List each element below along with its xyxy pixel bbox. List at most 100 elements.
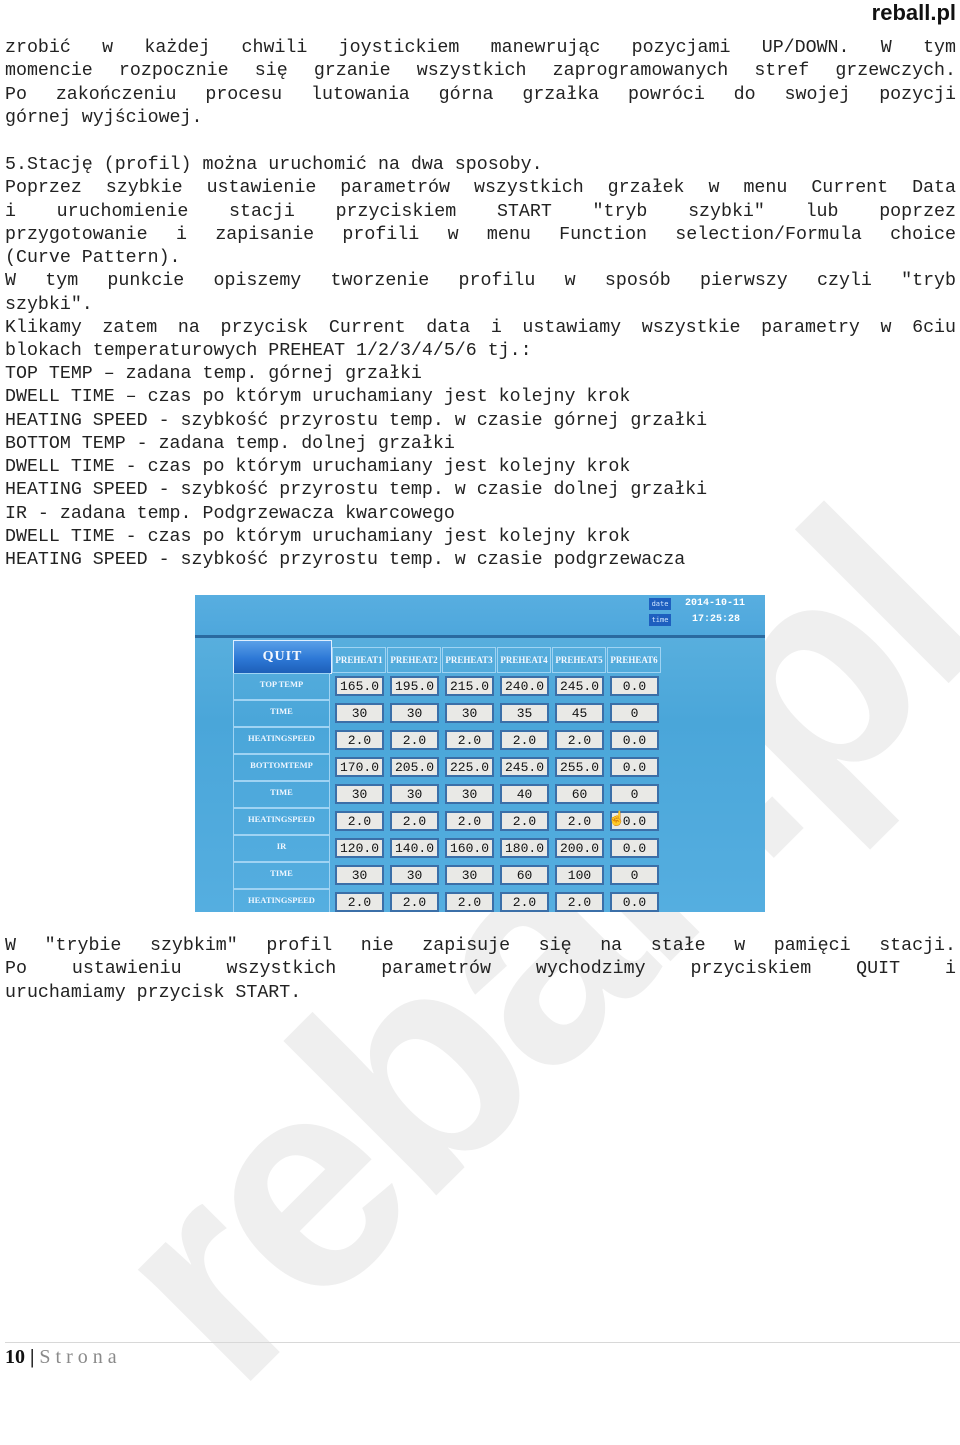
text-line: przygotowanie i zapisanie profili w menu…: [5, 224, 956, 245]
value-field[interactable]: 30: [445, 865, 494, 885]
intro-paragraph: zrobić w każdej chwili joystickiem manew…: [5, 37, 956, 130]
definition-item: IR - zadana temp. Podgrzewacza kwarcoweg…: [5, 503, 455, 524]
value-field[interactable]: 60: [500, 865, 549, 885]
value-field[interactable]: 195.0: [390, 676, 439, 696]
value-field[interactable]: 245.0: [500, 757, 549, 777]
text-line: uruchamiamy przycisk START.: [5, 982, 302, 1003]
screen-top-bar: [195, 595, 765, 638]
value-field[interactable]: 140.0: [390, 838, 439, 858]
value-field[interactable]: 160.0: [445, 838, 494, 858]
section-5: 5.Stację (profil) można uruchomić na dwa…: [5, 154, 956, 364]
column-header: PREHEAT5: [552, 647, 606, 673]
row-label: HEATINGSPEED: [233, 727, 330, 754]
closing-paragraph: W "trybie szybkim" profil nie zapisuje s…: [5, 935, 956, 1005]
value-field[interactable]: 2.0: [335, 892, 384, 912]
row-label: TIME: [233, 862, 330, 889]
definition-item: TOP TEMP – zadana temp. górnej grzałki: [5, 364, 422, 384]
value-field[interactable]: 30: [445, 784, 494, 804]
text-line: zrobić w każdej chwili joystickiem manew…: [5, 38, 956, 58]
value-field[interactable]: 2.0: [445, 892, 494, 912]
page-number: 10: [5, 1346, 25, 1368]
hand-cursor-icon: ☝: [608, 812, 626, 827]
date-value: 2014-10-11: [685, 598, 746, 609]
value-field[interactable]: 0.0: [610, 838, 659, 858]
value-field[interactable]: 255.0: [555, 757, 604, 777]
text-line: Po ustawieniu wszystkich parametrów wych…: [5, 959, 956, 980]
text-line: W tym punkcie opiszemy tworzenie profilu…: [5, 271, 956, 292]
text-line: blokach temperaturowych PREHEAT 1/2/3/4/…: [5, 341, 532, 362]
text-line: i uruchomienie stacji przyciskiem START …: [5, 201, 956, 222]
value-field[interactable]: 2.0: [555, 730, 604, 750]
row-label: HEATINGSPEED: [233, 808, 330, 835]
watermark: reball.pl: [43, 453, 960, 1442]
brand-logo: reball.pl: [871, 0, 956, 25]
value-field[interactable]: 0: [610, 865, 659, 885]
definition-item: DWELL TIME - czas po którym uruchamiany …: [5, 457, 631, 478]
value-field[interactable]: 0.0: [610, 892, 659, 912]
text-line: W "trybie szybkim" profil nie zapisuje s…: [5, 936, 956, 956]
station-screen-photo: date 2014-10-11 time 17:25:28 QUIT PREHE…: [195, 595, 765, 912]
value-field[interactable]: 240.0: [500, 676, 549, 696]
value-field[interactable]: 170.0: [335, 757, 384, 777]
column-header: PREHEAT4: [497, 647, 551, 673]
time-value: 17:25:28: [692, 614, 741, 625]
row-label: IR: [233, 835, 330, 862]
definition-item: HEATING SPEED - szybkość przyrostu temp.…: [5, 410, 708, 431]
value-field[interactable]: 2.0: [390, 892, 439, 912]
value-field[interactable]: 0: [610, 703, 659, 723]
text-line: momencie rozpocznie się grzanie wszystki…: [5, 61, 956, 82]
value-field[interactable]: 200.0: [555, 838, 604, 858]
value-field[interactable]: 2.0: [445, 730, 494, 750]
column-header: PREHEAT6: [607, 647, 661, 673]
column-header: PREHEAT3: [442, 647, 496, 673]
value-field[interactable]: 30: [390, 865, 439, 885]
column-header: PREHEAT1: [332, 647, 386, 673]
value-field[interactable]: 0: [610, 784, 659, 804]
value-field[interactable]: 35: [500, 703, 549, 723]
value-field[interactable]: 2.0: [390, 811, 439, 831]
value-field[interactable]: 2.0: [500, 811, 549, 831]
value-field[interactable]: 30: [335, 784, 384, 804]
text-line: Po zakończeniu procesu lutowania górna g…: [5, 84, 956, 105]
column-header: PREHEAT2: [387, 647, 441, 673]
text-line: Poprzez szybkie ustawienie parametrów ws…: [5, 178, 956, 199]
date-label: date: [649, 598, 671, 610]
value-field[interactable]: 165.0: [335, 676, 384, 696]
value-field[interactable]: 30: [390, 703, 439, 723]
value-field[interactable]: 225.0: [445, 757, 494, 777]
definition-item: HEATING SPEED - szybkość przyrostu temp.…: [5, 480, 708, 501]
value-field[interactable]: 2.0: [500, 730, 549, 750]
quit-button[interactable]: QUIT: [233, 640, 332, 674]
value-field[interactable]: 2.0: [390, 730, 439, 750]
page-footer: 10 | Strona: [5, 1346, 122, 1369]
value-field[interactable]: 30: [335, 865, 384, 885]
value-field[interactable]: 120.0: [335, 838, 384, 858]
value-field[interactable]: 205.0: [390, 757, 439, 777]
value-field[interactable]: 2.0: [500, 892, 549, 912]
text-line: (Curve Pattern).: [5, 248, 181, 269]
value-field[interactable]: 215.0: [445, 676, 494, 696]
value-field[interactable]: 2.0: [555, 892, 604, 912]
row-label: TIME: [233, 781, 330, 808]
value-field[interactable]: 40: [500, 784, 549, 804]
text-line: górnej wyjściowej.: [5, 107, 203, 128]
value-field[interactable]: 2.0: [335, 811, 384, 831]
value-field[interactable]: 2.0: [555, 811, 604, 831]
value-field[interactable]: 0.0: [610, 757, 659, 777]
value-field[interactable]: 30: [335, 703, 384, 723]
definition-item: DWELL TIME – czas po którym uruchamiany …: [5, 387, 631, 408]
value-field[interactable]: 60: [555, 784, 604, 804]
value-field[interactable]: 245.0: [555, 676, 604, 696]
value-field[interactable]: 45: [555, 703, 604, 723]
value-field[interactable]: 100: [555, 865, 604, 885]
value-field[interactable]: 2.0: [445, 811, 494, 831]
value-field[interactable]: 30: [445, 703, 494, 723]
value-field[interactable]: 180.0: [500, 838, 549, 858]
time-label: time: [649, 614, 671, 626]
text-line: Klikamy zatem na przycisk Current data i…: [5, 318, 956, 339]
value-field[interactable]: 0.0: [610, 676, 659, 696]
value-field[interactable]: 2.0: [335, 730, 384, 750]
row-label: TIME: [233, 700, 330, 727]
value-field[interactable]: 30: [390, 784, 439, 804]
value-field[interactable]: 0.0: [610, 730, 659, 750]
